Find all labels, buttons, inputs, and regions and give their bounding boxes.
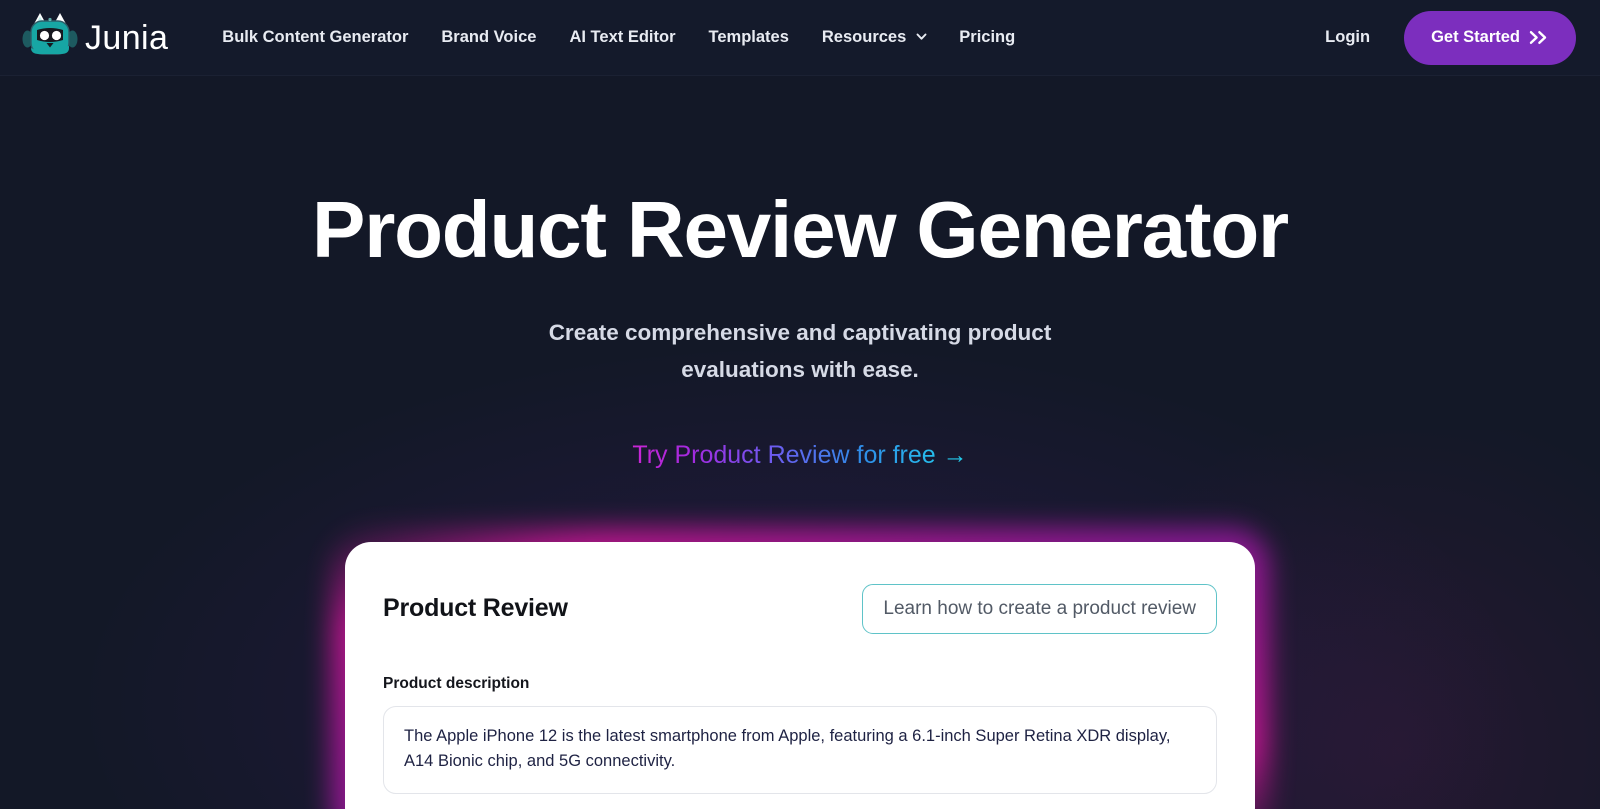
double-chevron-right-icon	[1529, 30, 1549, 45]
brand-name: Junia	[85, 18, 169, 57]
card-header: Product Review Learn how to create a pro…	[383, 583, 1217, 634]
hero-section: Product Review Generator Create comprehe…	[0, 76, 1600, 470]
product-description-input[interactable]: The Apple iPhone 12 is the latest smartp…	[383, 705, 1217, 794]
nav-item-ai-text-editor[interactable]: AI Text Editor	[569, 28, 675, 47]
nav-item-bulk-content-generator[interactable]: Bulk Content Generator	[222, 28, 408, 47]
nav-item-label: Pricing	[959, 28, 1016, 46]
product-review-card: Product Review Learn how to create a pro…	[345, 541, 1255, 809]
product-description-label: Product description	[383, 674, 530, 692]
get-started-button[interactable]: Get Started	[1404, 10, 1576, 65]
nav-item-label: AI Text Editor	[569, 28, 676, 46]
login-link[interactable]: Login	[1325, 28, 1370, 47]
get-started-label: Get Started	[1431, 28, 1520, 46]
hero-subtitle: Create comprehensive and captivating pro…	[548, 320, 1052, 383]
nav-item-resources[interactable]: Resources	[821, 28, 927, 47]
chevron-down-icon	[915, 30, 927, 41]
card-title: Product Review	[383, 594, 568, 623]
nav-item-label: Resources	[821, 28, 907, 46]
brand-logo-link[interactable]: Junia	[20, 10, 168, 66]
product-description-value: The Apple iPhone 12 is the latest smartp…	[404, 726, 1171, 770]
nav-actions: Login Get Started	[1325, 10, 1576, 65]
nav-item-label: Brand Voice	[441, 28, 537, 46]
try-for-free-link[interactable]: Try Product Review for free →	[632, 441, 967, 470]
product-review-card-wrapper: Product Review Learn how to create a pro…	[331, 527, 1269, 809]
nav-item-templates[interactable]: Templates	[709, 28, 789, 47]
top-navigation-bar: Junia Bulk Content Generator Brand Voice…	[0, 0, 1600, 76]
nav-links: Bulk Content Generator Brand Voice AI Te…	[222, 28, 1015, 47]
page-title: Product Review Generator	[312, 185, 1289, 274]
learn-button-label: Learn how to create a product review	[883, 597, 1196, 619]
learn-how-to-create-button[interactable]: Learn how to create a product review	[862, 583, 1217, 634]
junia-cat-robot-logo-icon	[20, 10, 80, 66]
nav-item-label: Templates	[708, 28, 789, 46]
nav-item-brand-voice[interactable]: Brand Voice	[441, 28, 536, 47]
nav-item-pricing[interactable]: Pricing	[959, 28, 1015, 47]
nav-item-label: Bulk Content Generator	[222, 28, 409, 46]
